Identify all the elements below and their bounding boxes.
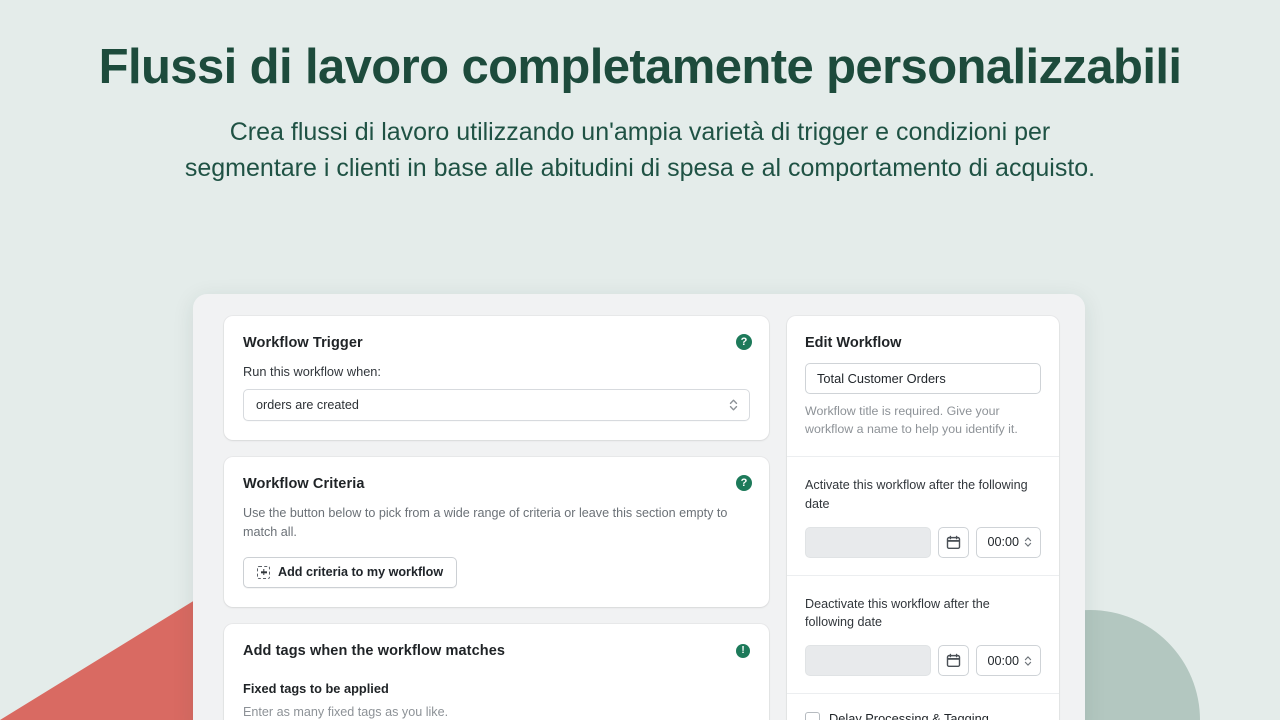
add-tags-title: Add tags when the workflow matches (243, 642, 506, 659)
question-mark-icon[interactable]: ? (736, 334, 752, 350)
workflow-trigger-select-value: orders are created (256, 398, 359, 412)
deactivate-date-label: Deactivate this workflow after the follo… (805, 596, 990, 630)
workflow-criteria-card: Workflow Criteria ? Use the button below… (224, 457, 769, 607)
edit-workflow-panel: Edit Workflow Total Customer Orders Work… (787, 316, 1059, 720)
add-tags-card: Add tags when the workflow matches ! Fix… (224, 623, 769, 720)
deactivate-time-value: 00:00 (987, 653, 1019, 668)
activate-time-value: 00:00 (987, 535, 1019, 549)
fixed-tags-label: Fixed tags to be applied (243, 680, 389, 696)
decorative-red-triangle (0, 600, 195, 720)
workflow-name-value: Total Customer Orders (817, 371, 946, 386)
main-column: Workflow Trigger ? Run this workflow whe… (224, 316, 769, 720)
chevron-updown-icon (729, 398, 738, 412)
activate-date-section: Activate this workflow after the followi… (787, 457, 1059, 576)
deactivate-date-input[interactable] (805, 645, 932, 677)
activate-date-input[interactable] (805, 526, 932, 558)
app-window: Workflow Trigger ? Run this workflow whe… (193, 294, 1085, 720)
activate-time-input[interactable]: 00:00 (976, 526, 1041, 558)
question-mark-icon[interactable]: ? (736, 475, 752, 491)
activate-calendar-button[interactable] (938, 526, 970, 558)
delay-processing-label: Delay Processing & Tagging (829, 711, 989, 720)
page-subtitle-line-2: segmentare i clienti in base alle abitud… (184, 153, 1096, 182)
delay-processing-checkbox[interactable] (805, 712, 820, 720)
add-square-dashed-icon (257, 565, 270, 579)
deactivate-time-input[interactable]: 00:00 (976, 645, 1041, 677)
exclamation-mark-icon[interactable]: ! (736, 643, 750, 658)
add-criteria-button-label: Add criteria to my workflow (278, 565, 444, 580)
deactivate-date-section: Deactivate this workflow after the follo… (787, 576, 1059, 695)
sidebar-column: Edit Workflow Total Customer Orders Work… (787, 316, 1059, 720)
page-title: Flussi di lavoro completamente personali… (98, 40, 1182, 94)
page-subtitle: Crea flussi di lavoro utilizzando un'amp… (50, 115, 1230, 186)
deactivate-calendar-button[interactable] (938, 645, 970, 677)
activate-date-label: Activate this workflow after the followi… (805, 477, 1028, 511)
workflow-trigger-card: Workflow Trigger ? Run this workflow whe… (224, 316, 769, 440)
calendar-icon (946, 653, 961, 668)
edit-workflow-section: Edit Workflow Total Customer Orders Work… (787, 316, 1059, 457)
workflow-trigger-title: Workflow Trigger (243, 335, 363, 351)
activate-date-row: 00:00 (805, 526, 1041, 558)
add-criteria-button[interactable]: Add criteria to my workflow (243, 556, 458, 588)
workflow-name-input[interactable]: Total Customer Orders (805, 363, 1041, 394)
fixed-tags-hint: Enter as many fixed tags as you like. (243, 704, 449, 719)
chevron-updown-icon (1024, 536, 1032, 548)
workflow-criteria-description: Use the button below to pick from a wide… (243, 506, 728, 539)
delay-processing-row[interactable]: Delay Processing & Tagging (787, 694, 1059, 720)
deactivate-date-row: 00:00 (805, 645, 1041, 677)
workflow-criteria-title: Workflow Criteria (243, 476, 365, 492)
calendar-icon (946, 535, 961, 550)
chevron-updown-icon (1024, 655, 1032, 667)
workflow-name-help-text: Workflow title is required. Give your wo… (805, 404, 1018, 436)
edit-workflow-title: Edit Workflow (805, 335, 902, 351)
header: Flussi di lavoro completamente personali… (0, 0, 1280, 186)
page-subtitle-line-1: Crea flussi di lavoro utilizzando un'amp… (229, 118, 1051, 147)
workflow-trigger-select[interactable]: orders are created (243, 389, 750, 421)
promo-screenshot: Flussi di lavoro completamente personali… (0, 0, 1280, 720)
workflow-trigger-label: Run this workflow when: (243, 364, 381, 379)
